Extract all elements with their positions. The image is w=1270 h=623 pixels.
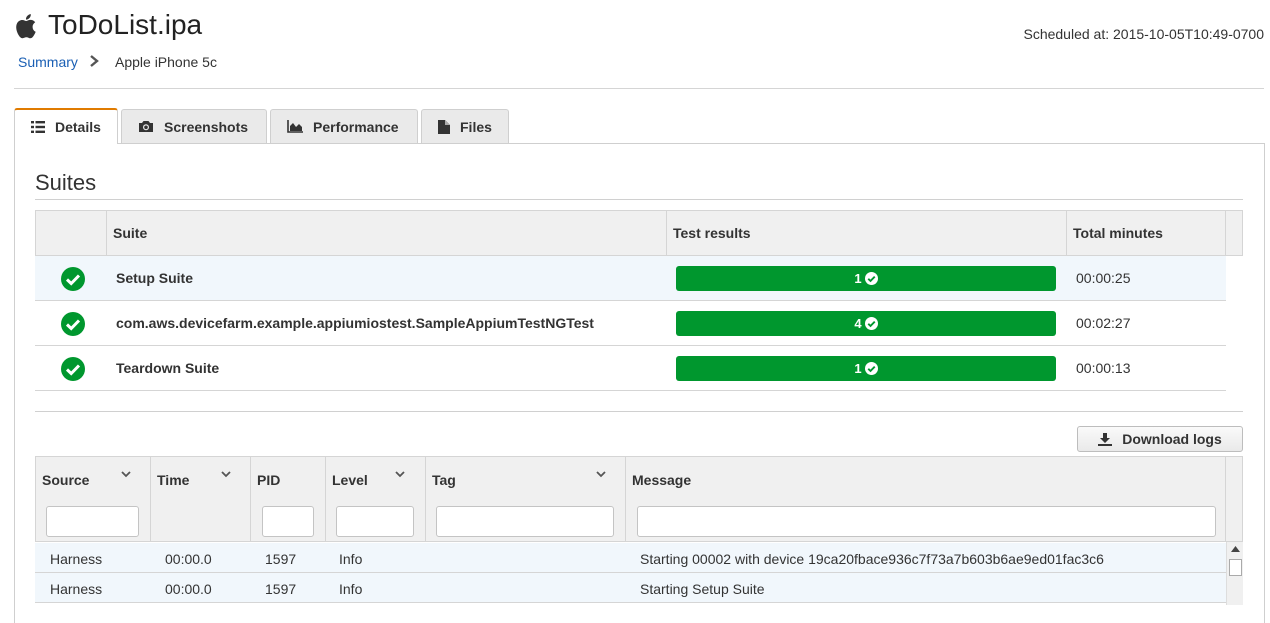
header-divider: [14, 88, 1264, 89]
chevron-right-icon: [90, 55, 99, 67]
download-logs-label: Download logs: [1122, 431, 1222, 447]
log-col-message: Message: [626, 457, 1226, 541]
tab-performance-label: Performance: [313, 118, 399, 135]
check-circle-icon: [864, 362, 878, 375]
log-row[interactable]: Harness 00:00.0 1597 Info Starting 00002…: [35, 543, 1226, 573]
log-col-message-label: Message: [632, 472, 692, 488]
camera-icon: [139, 121, 153, 132]
suite-name: com.aws.devicefarm.example.appiumiostest…: [116, 315, 594, 331]
log-source: Harness: [50, 581, 103, 597]
log-time: 00:00.0: [165, 551, 212, 567]
log-col-pid: PID: [251, 457, 326, 541]
check-circle-icon: [864, 317, 878, 330]
log-col-tag-label: Tag: [432, 472, 456, 488]
suite-row[interactable]: Teardown Suite 1 00:00:13: [35, 346, 1226, 391]
result-count: 1: [854, 361, 862, 376]
tab-screenshots[interactable]: Screenshots: [121, 109, 267, 143]
scheduled-time: Scheduled at: 2015-10-05T10:49-0700: [1023, 26, 1264, 42]
scrollbar-thumb[interactable]: [1229, 559, 1242, 576]
tab-files-label: Files: [460, 118, 492, 135]
log-row[interactable]: Harness 00:00.0 1597 Info Starting Setup…: [35, 573, 1226, 603]
tab-details-label: Details: [55, 119, 101, 135]
log-col-time: Time: [151, 457, 251, 541]
check-circle-icon: [61, 267, 85, 291]
test-result-bar[interactable]: 4: [676, 311, 1056, 336]
col-total-minutes: Total minutes: [1066, 211, 1226, 255]
tab-details[interactable]: Details: [14, 108, 118, 144]
tab-files[interactable]: Files: [421, 109, 509, 143]
check-circle-icon: [61, 357, 85, 381]
log-pid: 1597: [265, 581, 297, 597]
chevron-down-icon[interactable]: [595, 468, 607, 480]
tab-screenshots-label: Screenshots: [164, 118, 249, 135]
check-circle-icon: [61, 312, 85, 336]
log-level: Info: [339, 551, 363, 567]
tab-performance[interactable]: Performance: [270, 109, 418, 143]
apple-icon: [16, 14, 36, 39]
suite-minutes: 00:00:25: [1076, 270, 1131, 286]
log-level: Info: [339, 581, 363, 597]
tag-filter-input[interactable]: [436, 506, 614, 537]
log-col-pid-label: PID: [257, 472, 281, 488]
message-filter-input[interactable]: [637, 506, 1216, 537]
log-pid: 1597: [265, 551, 297, 567]
log-time: 00:00.0: [165, 581, 212, 597]
log-message: Starting 00002 with device 19ca20fbace93…: [640, 551, 1104, 567]
suite-minutes: 00:00:13: [1076, 360, 1131, 376]
test-result-bar[interactable]: 1: [676, 356, 1056, 381]
suite-name: Teardown Suite: [116, 360, 220, 376]
file-icon: [438, 119, 450, 134]
check-circle-icon: [864, 272, 878, 285]
breadcrumb-summary-link[interactable]: Summary: [18, 54, 78, 70]
page-title: ToDoList.ipa: [48, 9, 203, 40]
chevron-down-icon[interactable]: [220, 468, 232, 480]
log-table-header: Source Time PID Level Tag Message: [35, 456, 1243, 542]
test-result-bar[interactable]: 1: [676, 266, 1056, 291]
scroll-up-arrow-icon[interactable]: [1231, 546, 1240, 552]
suites-heading: Suites: [35, 170, 97, 195]
suite-row[interactable]: Setup Suite 1 00:00:25: [35, 256, 1226, 301]
source-filter-input[interactable]: [46, 506, 139, 537]
log-col-source-label: Source: [42, 472, 90, 488]
suite-name: Setup Suite: [116, 270, 194, 286]
pid-filter-input[interactable]: [262, 506, 314, 537]
suites-divider: [35, 199, 1243, 200]
log-col-time-label: Time: [157, 472, 190, 488]
log-col-level-label: Level: [332, 472, 368, 488]
download-icon: [1098, 432, 1113, 446]
chevron-down-icon[interactable]: [120, 468, 132, 480]
download-logs-button[interactable]: Download logs: [1077, 426, 1243, 452]
suites-table-header: Suite Test results Total minutes: [35, 210, 1243, 256]
logs-divider: [35, 411, 1243, 412]
list-icon: [31, 121, 45, 133]
area-chart-icon: [287, 120, 303, 133]
log-scrollbar[interactable]: [1226, 542, 1243, 605]
log-col-tag: Tag: [426, 457, 626, 541]
level-filter-input[interactable]: [336, 506, 414, 537]
col-test-results: Test results: [666, 211, 1066, 255]
col-suite: Suite: [106, 211, 666, 255]
suite-minutes: 00:02:27: [1076, 315, 1131, 331]
result-count: 4: [854, 316, 862, 331]
chevron-down-icon[interactable]: [394, 468, 406, 480]
breadcrumb-current: Apple iPhone 5c: [115, 54, 217, 70]
log-col-level: Level: [326, 457, 426, 541]
log-source: Harness: [50, 551, 103, 567]
log-message: Starting Setup Suite: [640, 581, 765, 597]
suite-row[interactable]: com.aws.devicefarm.example.appiumiostest…: [35, 301, 1226, 346]
log-col-source: Source: [36, 457, 151, 541]
result-count: 1: [854, 271, 862, 286]
